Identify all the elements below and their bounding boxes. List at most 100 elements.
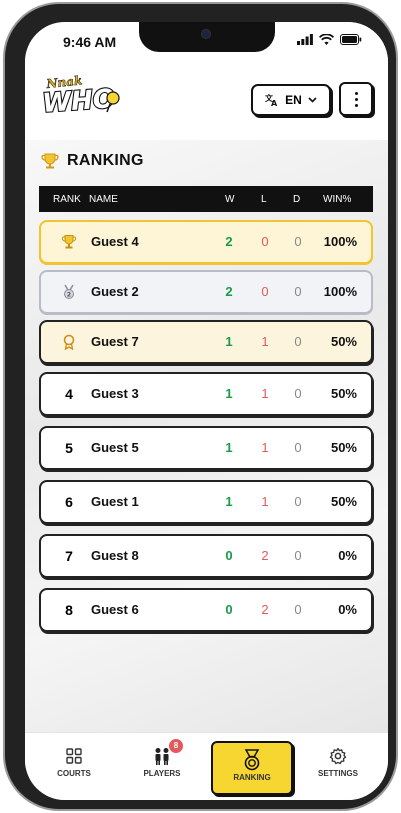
wins: 2 bbox=[225, 234, 233, 249]
grid-icon bbox=[66, 748, 82, 764]
win-percentage: 50% bbox=[330, 494, 357, 509]
notch bbox=[139, 22, 275, 52]
win-percentage: 100% bbox=[323, 284, 357, 299]
losses: 0 bbox=[261, 284, 269, 299]
rank-number: 7 bbox=[65, 548, 73, 564]
win-percentage: 50% bbox=[330, 386, 357, 401]
losses: 2 bbox=[261, 602, 269, 617]
table-row[interactable]: 4 Guest 3 1 1 0 50% bbox=[39, 372, 373, 416]
player-name: Guest 1 bbox=[91, 494, 139, 509]
losses: 1 bbox=[261, 334, 269, 349]
camera bbox=[201, 29, 211, 39]
player-name: Guest 4 bbox=[91, 234, 139, 249]
draws: 0 bbox=[294, 234, 302, 249]
gear-icon bbox=[329, 747, 347, 765]
status-icons bbox=[297, 34, 362, 45]
draws: 0 bbox=[294, 602, 302, 617]
svg-text:2: 2 bbox=[67, 292, 71, 299]
win-percentage: 0% bbox=[338, 602, 357, 617]
page-title: RANKING bbox=[67, 152, 144, 169]
bottom-nav: COURTS 8 PLAYERS RANKING SETTINGS bbox=[25, 732, 388, 800]
losses: 1 bbox=[261, 494, 269, 509]
player-name: Guest 5 bbox=[91, 440, 139, 455]
section-header: RANKING bbox=[41, 152, 144, 170]
table-row[interactable]: Guest 4 2 0 0 100% bbox=[39, 220, 373, 264]
player-name: Guest 7 bbox=[91, 334, 139, 349]
nav-players-label: PLAYERS bbox=[143, 769, 181, 778]
player-name: Guest 3 bbox=[91, 386, 139, 401]
draws: 0 bbox=[294, 494, 302, 509]
app-screen: 9:46 AM Nnak WHO 文 A EN RANKING RANK NAM… bbox=[25, 22, 388, 800]
status-time: 9:46 AM bbox=[63, 34, 117, 50]
losses: 1 bbox=[261, 386, 269, 401]
wins: 1 bbox=[225, 386, 233, 401]
nav-ranking-label: RANKING bbox=[233, 773, 271, 782]
nav-settings[interactable]: SETTINGS bbox=[303, 743, 373, 778]
table-row[interactable]: 8 Guest 6 0 2 0 0% bbox=[39, 588, 373, 632]
table-row[interactable]: 6 Guest 1 1 1 0 50% bbox=[39, 480, 373, 524]
wins: 0 bbox=[225, 602, 233, 617]
nav-courts-label: COURTS bbox=[57, 769, 91, 778]
players-icon bbox=[155, 748, 169, 765]
phone-frame: 9:46 AM Nnak WHO 文 A EN RANKING RANK NAM… bbox=[3, 2, 398, 811]
signal-icon bbox=[297, 34, 313, 45]
column-losses: L bbox=[261, 194, 267, 205]
trophy-icon bbox=[41, 153, 59, 169]
silver-medal-icon: 2 bbox=[55, 284, 83, 303]
losses: 1 bbox=[261, 440, 269, 455]
bronze-medal-icon bbox=[55, 334, 83, 353]
svg-text:WHO: WHO bbox=[41, 84, 115, 118]
draws: 0 bbox=[294, 548, 302, 563]
player-name: Guest 2 bbox=[91, 284, 139, 299]
player-name: Guest 6 bbox=[91, 602, 139, 617]
translate-icon: 文 A bbox=[265, 93, 278, 107]
table-row[interactable]: 5 Guest 5 1 1 0 50% bbox=[39, 426, 373, 470]
medal-icon bbox=[244, 749, 260, 771]
rank-number: 6 bbox=[65, 494, 73, 510]
app-logo: Nnak WHO bbox=[40, 73, 121, 123]
gold-trophy-icon bbox=[55, 234, 83, 253]
wins: 0 bbox=[225, 548, 233, 563]
chevron-down-icon bbox=[308, 97, 317, 103]
table-row[interactable]: 2 Guest 2 2 0 0 100% bbox=[39, 270, 373, 314]
losses: 0 bbox=[261, 234, 269, 249]
table-header: RANK NAME W L D WIN% bbox=[39, 186, 373, 212]
table-row[interactable]: 7 Guest 8 0 2 0 0% bbox=[39, 534, 373, 578]
nav-settings-label: SETTINGS bbox=[317, 769, 358, 778]
nav-courts[interactable]: COURTS bbox=[39, 743, 109, 778]
language-selector[interactable]: 文 A EN bbox=[251, 84, 331, 116]
draws: 0 bbox=[294, 334, 302, 349]
nav-players[interactable]: 8 PLAYERS bbox=[127, 739, 197, 778]
battery-icon bbox=[340, 34, 362, 45]
column-draws: D bbox=[293, 194, 301, 205]
rank-number: 8 bbox=[65, 602, 73, 618]
wins: 1 bbox=[225, 494, 233, 509]
players-count-badge: 8 bbox=[169, 739, 183, 753]
win-percentage: 100% bbox=[323, 234, 357, 249]
column-wins: W bbox=[225, 194, 235, 205]
losses: 2 bbox=[261, 548, 269, 563]
svg-text:A: A bbox=[271, 99, 278, 107]
column-win-pct: WIN% bbox=[323, 194, 352, 205]
table-row[interactable]: Guest 7 1 1 0 50% bbox=[39, 320, 373, 364]
wifi-icon bbox=[319, 34, 334, 45]
wins: 2 bbox=[225, 284, 233, 299]
win-percentage: 0% bbox=[338, 548, 357, 563]
language-code: EN bbox=[285, 93, 302, 107]
draws: 0 bbox=[294, 440, 302, 455]
win-percentage: 50% bbox=[330, 334, 357, 349]
app-header: Nnak WHO 文 A EN bbox=[25, 60, 388, 140]
more-menu-button[interactable] bbox=[339, 82, 373, 116]
wins: 1 bbox=[225, 334, 233, 349]
more-dots-icon bbox=[354, 91, 358, 95]
rank-number: 4 bbox=[65, 386, 73, 402]
win-percentage: 50% bbox=[330, 440, 357, 455]
wins: 1 bbox=[225, 440, 233, 455]
ranking-content: RANKING RANK NAME W L D WIN% Guest 4 2 0… bbox=[25, 140, 388, 732]
draws: 0 bbox=[294, 284, 302, 299]
draws: 0 bbox=[294, 386, 302, 401]
nav-ranking[interactable]: RANKING bbox=[211, 741, 293, 795]
column-name: NAME bbox=[89, 194, 118, 205]
player-name: Guest 8 bbox=[91, 548, 139, 563]
column-rank: RANK bbox=[53, 194, 81, 205]
